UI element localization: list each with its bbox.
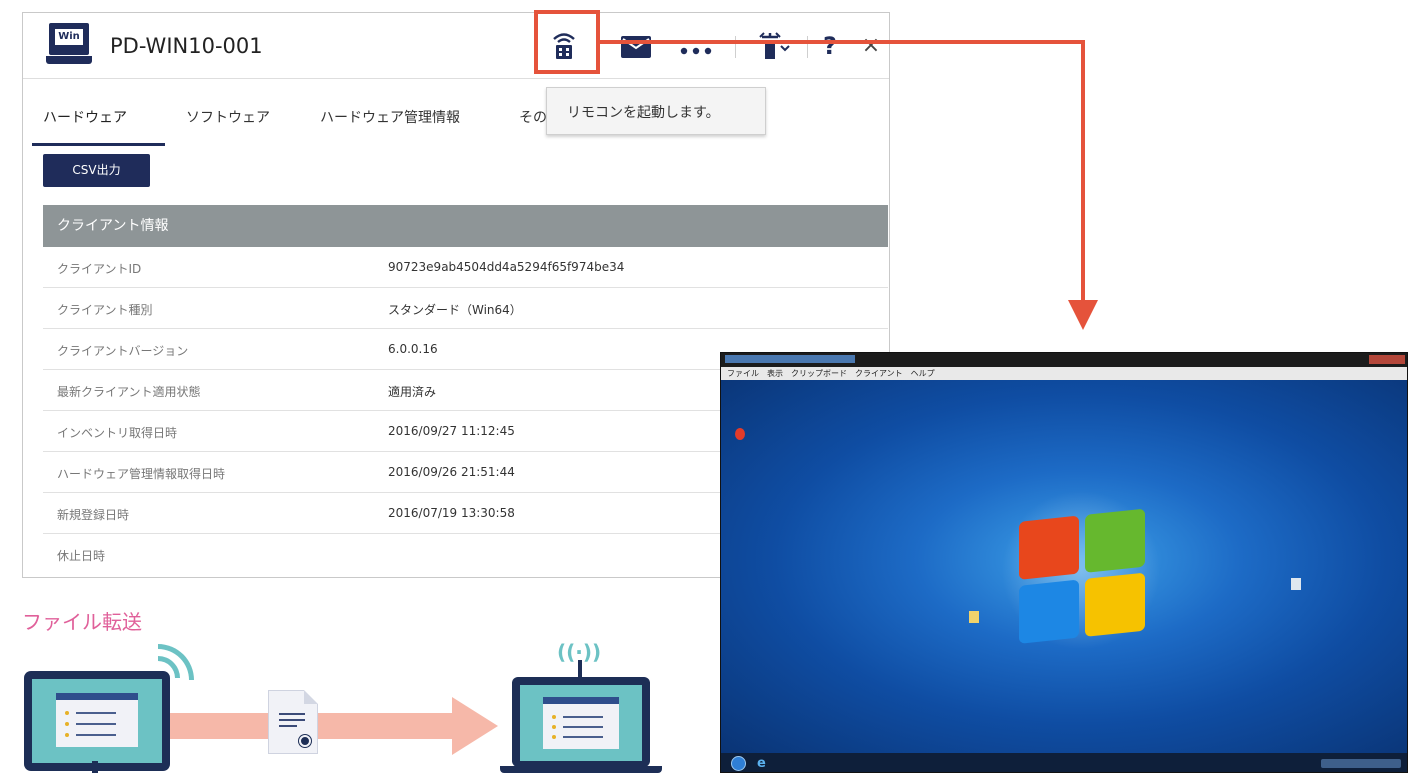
row-key: 休止日時 [57,549,106,563]
antenna-icon [578,660,582,678]
panel-header: Win PD-WIN10-001 ? × [23,13,889,79]
desktop-shortcut-icon[interactable] [735,428,745,440]
close-button[interactable]: × [861,31,881,61]
transfer-arrow-head-icon [452,697,498,755]
active-tab-indicator [32,143,165,146]
monitor-stand [92,761,98,773]
csv-export-button[interactable]: CSV出力 [43,154,150,187]
desktop-monitor-icon [24,671,170,771]
window-controls-icon[interactable] [1369,355,1405,364]
tab-hardware[interactable]: ハードウェア [43,107,127,127]
table-row: クライアントID 90723e9ab4504dd4a5294f65f974be3… [43,247,888,288]
row-key: クライアントバージョン [57,344,189,358]
recycle-bin-icon[interactable] [1291,578,1301,590]
row-key: 新規登録日時 [57,508,130,522]
file-document-icon [268,690,318,754]
remote-window-menubar[interactable]: ファイル 表示 クリップボード クライアント ヘルプ [721,367,1407,380]
connector-arrow [1081,40,1085,302]
browser-icon[interactable]: e [757,756,772,771]
connector-arrow [600,40,1085,44]
signal-icon: ((·)) [557,640,602,664]
remote-taskbar: e [721,753,1407,772]
laptop-base [500,766,662,773]
help-button[interactable]: ? [820,31,840,61]
row-value: 90723e9ab4504dd4a5294f65f974be34 [388,260,625,274]
laptop-icon [512,677,650,767]
row-value: 6.0.0.16 [388,342,438,356]
row-value: スタンダード（Win64） [388,303,522,317]
table-row: クライアント種別 スタンダード（Win64） [43,288,888,329]
os-badge: Win [55,29,83,45]
row-key: クライアントID [57,262,142,276]
row-value: 2016/07/19 13:30:58 [388,506,515,520]
remote-control-tooltip: リモコンを起動します。 [546,87,766,135]
row-key: ハードウェア管理情報取得日時 [57,467,226,481]
device-name: PD-WIN10-001 [110,34,263,58]
power-menu-button[interactable] [758,31,792,61]
remote-control-highlight [534,10,600,74]
remote-window-titlebar[interactable] [721,353,1407,367]
desktop-folder-icon[interactable] [969,611,979,623]
power-icon [759,32,790,59]
more-button[interactable] [678,23,714,55]
remote-desktop-window[interactable]: ファイル 表示 クリップボード クライアント ヘルプ e [720,352,1408,773]
arrow-head-icon [1068,300,1098,330]
tab-hardware-management[interactable]: ハードウェア管理情報 [320,107,460,127]
row-value: 適用済み [388,385,437,399]
file-transfer-label: ファイル転送 [22,610,142,634]
system-tray [1321,759,1401,768]
row-value: 2016/09/26 21:51:44 [388,465,515,479]
windows-laptop-icon: Win [46,23,92,67]
windows-logo-icon [1019,508,1149,652]
start-button-icon[interactable] [731,756,746,771]
tab-software[interactable]: ソフトウェア [186,107,270,127]
client-info-header: クライアント情報 [43,205,888,247]
row-value: 2016/09/27 11:12:45 [388,424,515,438]
row-key: 最新クライアント適用状態 [57,385,201,399]
remote-desktop-screen[interactable] [721,380,1407,753]
row-key: クライアント種別 [57,303,153,317]
tab-other[interactable]: その [519,107,547,127]
row-key: インベントリ取得日時 [57,426,178,440]
